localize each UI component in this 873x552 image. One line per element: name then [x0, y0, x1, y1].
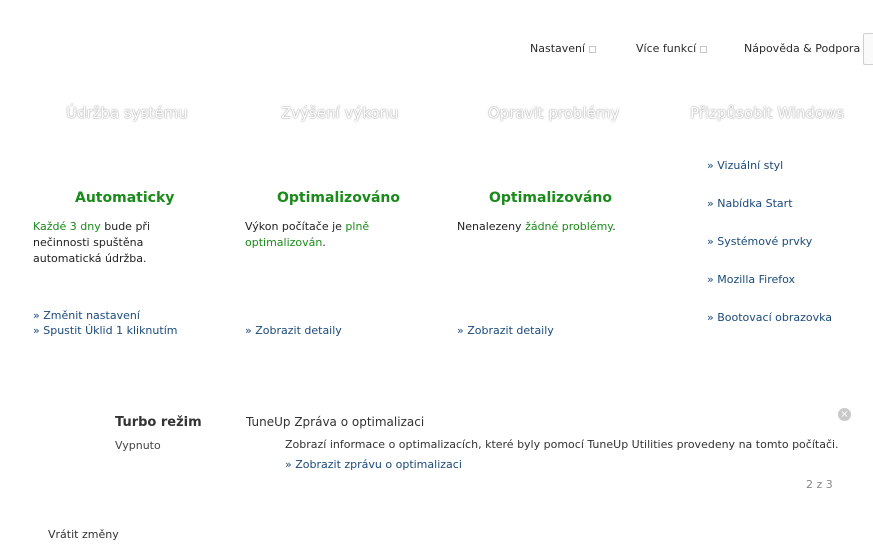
performance-description: Výkon počítače je plně optimalizován.	[245, 219, 395, 251]
menu-more-features[interactable]: Více funkcí	[636, 42, 708, 55]
dropdown-arrow-icon	[589, 45, 597, 53]
menu-settings-label: Nastavení	[530, 42, 586, 55]
turbo-mode-state: Vypnuto	[115, 439, 161, 452]
tab-system-maintenance[interactable]: Údržba systému	[66, 104, 188, 122]
menu-help-label: Nápověda & Podpora	[744, 42, 861, 55]
customize-boot-screen-link[interactable]: » Bootovací obrazovka	[707, 311, 832, 324]
tab-performance[interactable]: Zvýšení výkonu	[281, 104, 399, 122]
top-menu: Nastavení Více funkcí Nápověda & Podpora	[0, 42, 873, 56]
fix-description: Nenalezeny žádné problémy.	[457, 219, 637, 235]
tab-customize-windows[interactable]: Přizpůsobit Windows	[690, 104, 844, 122]
turbo-mode-title[interactable]: Turbo režim	[115, 415, 202, 430]
optimization-report-link[interactable]: » Zobrazit zprávu o optimalizaci	[285, 458, 462, 471]
performance-details-link[interactable]: » Zobrazit detaily	[245, 324, 342, 337]
news-text: Zobrazí informace o optimalizacích, kter…	[285, 438, 839, 451]
undo-changes-button[interactable]: Vrátit změny	[48, 528, 119, 541]
maintenance-interval: Každé 3 dny	[33, 220, 101, 233]
menu-help-support[interactable]: Nápověda & Podpora	[744, 42, 872, 55]
dropdown-arrow-icon	[700, 45, 708, 53]
maintenance-status: Automaticky	[75, 190, 175, 206]
menu-settings[interactable]: Nastavení	[530, 42, 597, 55]
customize-system-elements-link[interactable]: » Systémové prvky	[707, 235, 812, 248]
fix-desc-post: .	[612, 220, 616, 233]
customize-visual-style-link[interactable]: » Vizuální styl	[707, 159, 783, 172]
fix-status: Optimalizováno	[489, 190, 612, 206]
maintenance-description: Každé 3 dny bude při nečinnosti spuštěna…	[33, 219, 203, 267]
news-pager[interactable]: 2 z 3	[806, 478, 833, 491]
customize-firefox-link[interactable]: » Mozilla Firefox	[707, 273, 795, 286]
news-title: TuneUp Zpráva o optimalizaci	[246, 415, 425, 429]
close-icon[interactable]: ×	[838, 408, 851, 421]
customize-start-menu-link[interactable]: » Nabídka Start	[707, 197, 793, 210]
menu-more-label: Více funkcí	[636, 42, 697, 55]
fix-desc-pre: Nenalezeny	[457, 220, 526, 233]
window-edge-control[interactable]	[863, 33, 873, 65]
performance-status: Optimalizováno	[277, 190, 400, 206]
performance-desc-post: .	[322, 236, 326, 249]
tab-fix-problems[interactable]: Opravit problémy	[488, 104, 619, 122]
change-settings-link[interactable]: » Změnit nastavení	[33, 309, 140, 322]
fix-details-link[interactable]: » Zobrazit detaily	[457, 324, 554, 337]
one-click-cleanup-link[interactable]: » Spustit Úklid 1 kliknutím	[33, 324, 177, 337]
performance-desc-pre: Výkon počítače je	[245, 220, 346, 233]
main-window: Nastavení Více funkcí Nápověda & Podpora…	[0, 0, 873, 552]
fix-desc-highlight: žádné problémy	[525, 220, 613, 233]
